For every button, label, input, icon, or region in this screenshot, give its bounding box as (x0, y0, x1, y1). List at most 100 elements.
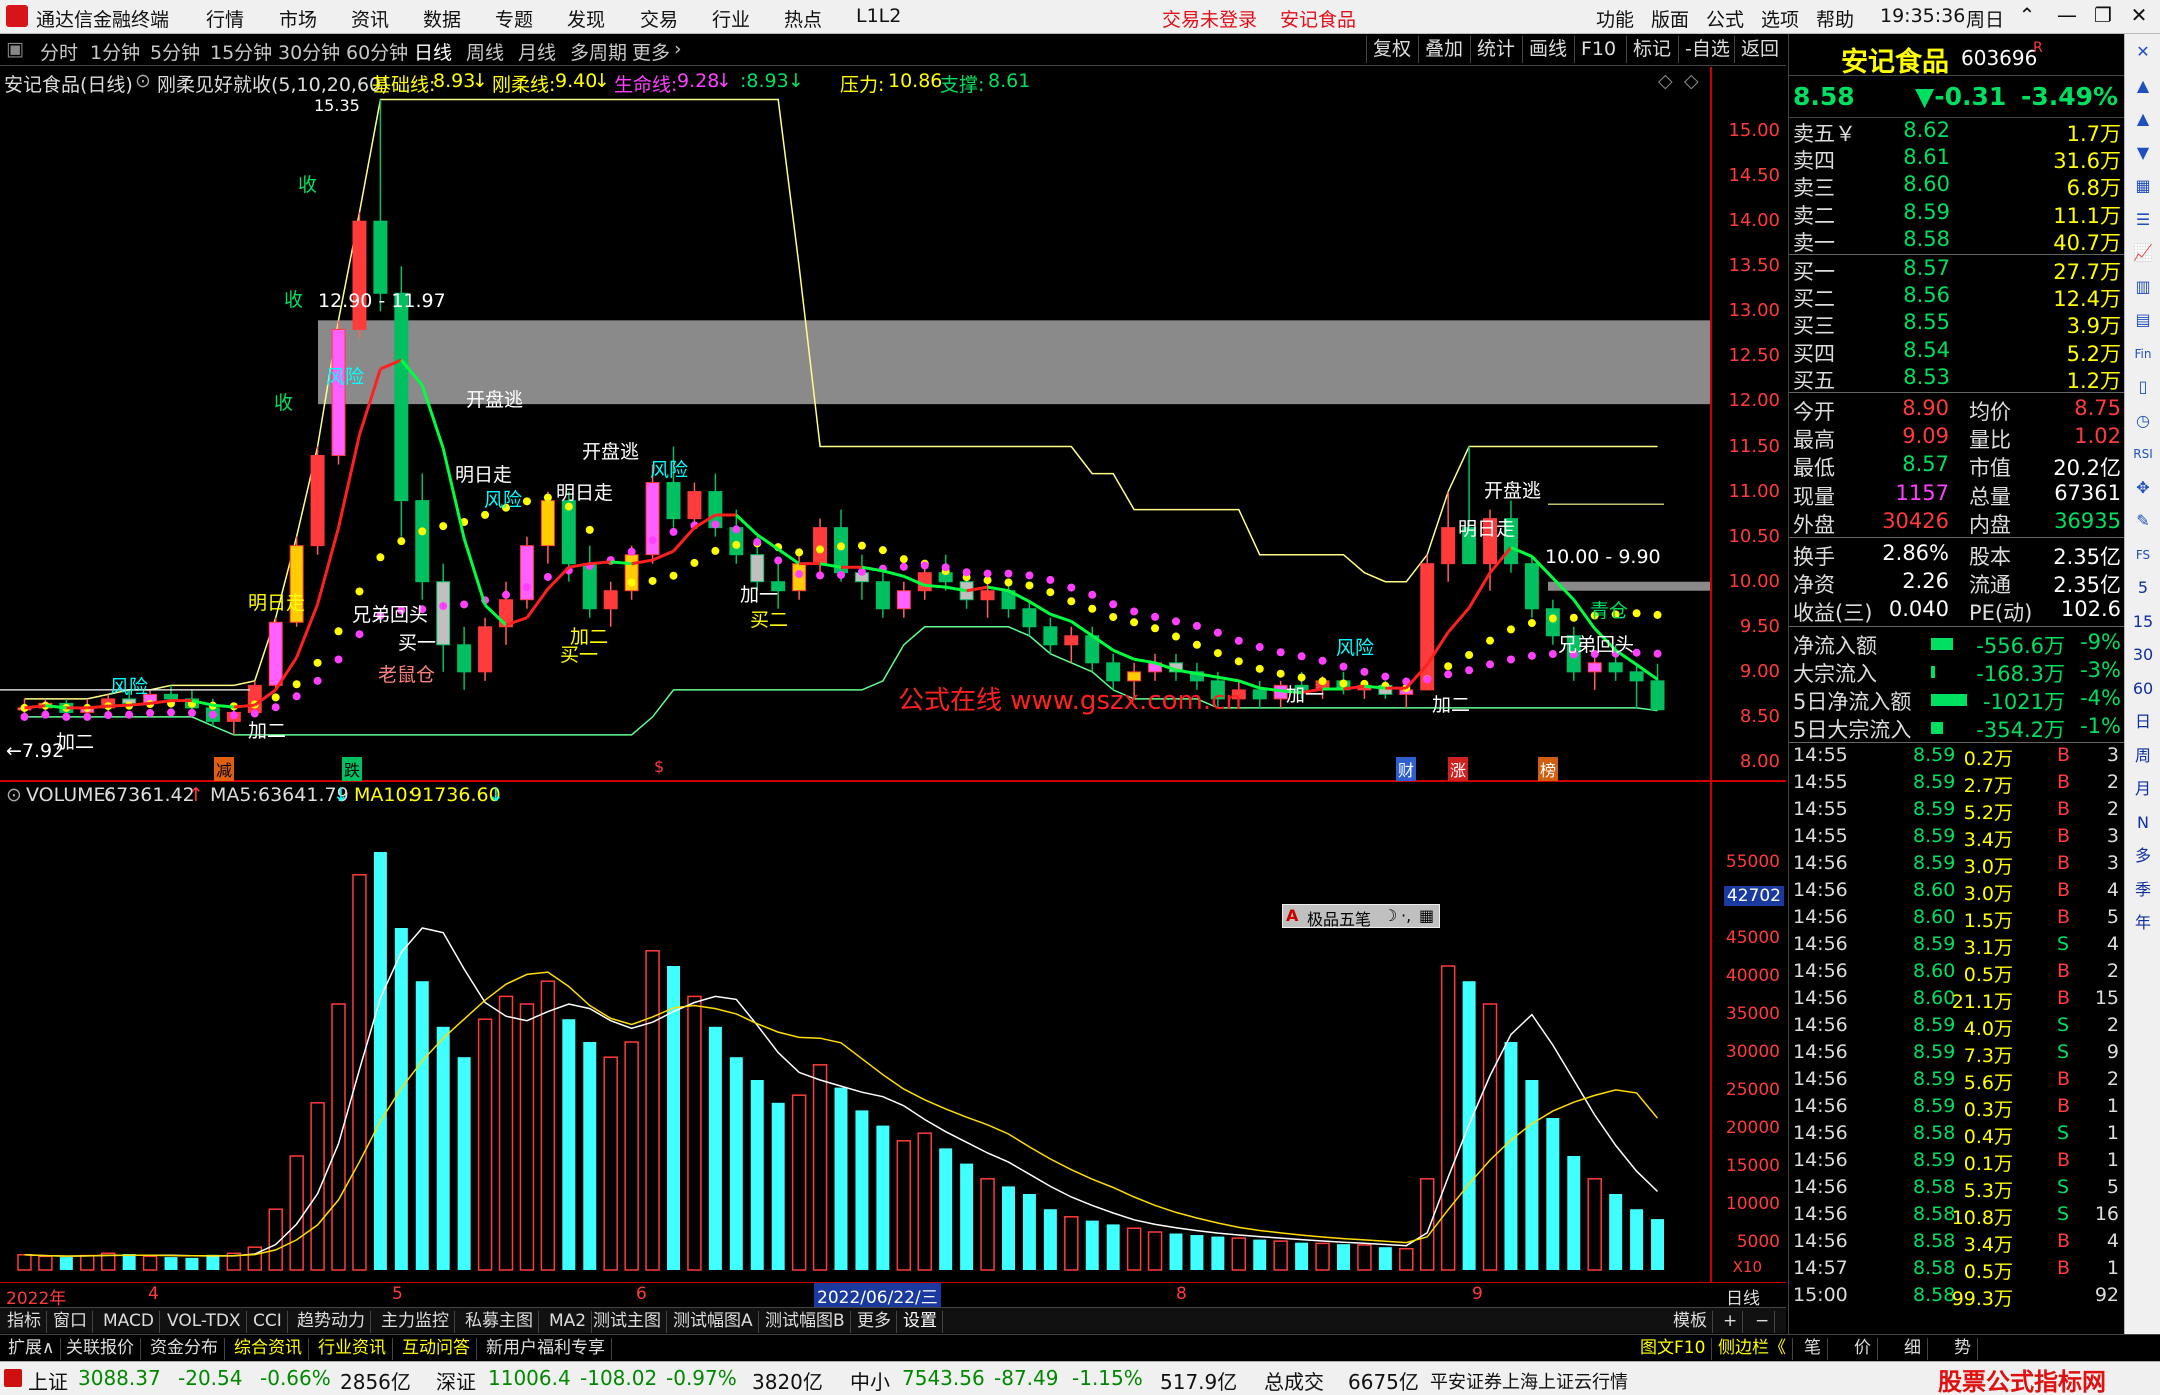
keyboard-icon[interactable]: ▦ (1419, 906, 1434, 925)
remove-icon[interactable]: − (1750, 1311, 1776, 1333)
period-shortcut[interactable]: N (2129, 809, 2157, 837)
tab-side[interactable]: 细 (1898, 1338, 1928, 1360)
tab-side[interactable]: 图文F10 (1634, 1338, 1713, 1360)
chevron-up-icon[interactable]: ⌃ (2010, 3, 2044, 31)
menu-help[interactable]: 帮助 (1816, 5, 1854, 32)
period-shortcut[interactable]: 季 (2129, 876, 2157, 904)
table-icon[interactable]: ▤ (2129, 306, 2157, 334)
price-chart[interactable] (0, 95, 1710, 780)
tab-info[interactable]: 资金分布 (144, 1338, 225, 1360)
tab-indicator[interactable]: 主力监控 (376, 1311, 455, 1333)
event-marker[interactable]: $ (654, 757, 664, 776)
period-5min[interactable]: 5分钟 (150, 38, 200, 65)
stats-button[interactable]: 统计 (1470, 36, 1521, 63)
bid-row[interactable]: 买五 8.53 1.2万 (1789, 365, 2125, 393)
ime-a-icon[interactable]: A (1286, 906, 1298, 925)
period-60min[interactable]: 60分钟 (346, 38, 408, 65)
tab-indicator[interactable]: 趋势动力 (292, 1311, 371, 1333)
tab-info[interactable]: 扩展∧ (2, 1338, 62, 1360)
period-daily[interactable]: 日线 (414, 38, 452, 65)
ask-row[interactable]: 卖三 8.60 6.8万 (1789, 172, 2125, 200)
event-marker[interactable]: 财 (1396, 757, 1417, 781)
period-multi[interactable]: 多周期 (570, 38, 627, 65)
rsi-icon[interactable]: RSI (2129, 440, 2157, 468)
period-1min[interactable]: 1分钟 (90, 38, 140, 65)
restore-icon[interactable]: ❐ (2086, 3, 2120, 31)
toggle-icon[interactable]: ▣ (6, 38, 24, 60)
clock-icon[interactable]: ◷ (2129, 407, 2157, 435)
bid-row[interactable]: 买四 8.54 5.2万 (1789, 338, 2125, 366)
menu-data[interactable]: 数据 (423, 5, 461, 32)
menu-news[interactable]: 资讯 (351, 5, 389, 32)
bid-row[interactable]: 买一 8.57 27.7万 (1789, 256, 2125, 284)
period-shortcut[interactable]: 月 (2129, 775, 2157, 803)
ime-popup[interactable]: A 极品五笔 ☽ ·, ▦ (1282, 904, 1440, 929)
period-more[interactable]: 更多 (632, 38, 670, 65)
tab-indicator[interactable]: 测试幅图B (760, 1311, 851, 1333)
formula-toggle-icon[interactable]: ⊙ (135, 70, 151, 92)
period-30min[interactable]: 30分钟 (278, 38, 340, 65)
draw-button[interactable]: 画线 (1522, 36, 1573, 63)
period-shortcut[interactable]: 周 (2129, 742, 2157, 770)
tab-side[interactable]: 侧边栏《 (1712, 1338, 1793, 1360)
move-icon[interactable]: ✥ (2129, 474, 2157, 502)
menu-options[interactable]: 选项 (1761, 5, 1799, 32)
period-weekly[interactable]: 周线 (466, 38, 504, 65)
tab-side[interactable]: 势 (1948, 1338, 1978, 1360)
sz-label[interactable]: 深证 (436, 1366, 476, 1395)
tab-indicator[interactable]: 更多 (852, 1311, 897, 1333)
overlay-button[interactable]: 叠加 (1418, 36, 1469, 63)
menu-quote[interactable]: 行情 (206, 5, 244, 32)
ask-row[interactable]: 卖二 8.59 11.1万 (1789, 200, 2125, 228)
tab-info[interactable]: 新用户福利专享 (480, 1338, 612, 1360)
volume-chart[interactable] (0, 806, 1710, 1282)
tab-info[interactable]: 行业资讯 (312, 1338, 393, 1360)
period-shortcut[interactable]: 5 (2129, 574, 2157, 602)
fin-icon[interactable]: Fin (2129, 340, 2157, 368)
fs-icon[interactable]: FS (2129, 541, 2157, 569)
period-shortcut[interactable]: 多 (2129, 842, 2157, 870)
period-15min[interactable]: 15分钟 (210, 38, 272, 65)
tab-indicator[interactable]: 测试主图 (588, 1311, 667, 1333)
minimize-icon[interactable]: — (2050, 3, 2084, 31)
period-monthly[interactable]: 月线 (518, 38, 556, 65)
period-shortcut[interactable]: 30 (2129, 641, 2157, 669)
tab-indicator[interactable]: 窗口 (48, 1311, 93, 1333)
list-icon[interactable]: ☰ (2129, 206, 2157, 234)
tab-indicator[interactable]: CCI (248, 1311, 288, 1333)
period-intraday[interactable]: 分时 (40, 38, 78, 65)
period-shortcut[interactable]: 60 (2129, 675, 2157, 703)
tab-info[interactable]: 互动问答 (396, 1338, 477, 1360)
bar-icon[interactable]: ▥ (2129, 273, 2157, 301)
sh-label[interactable]: 上证 (28, 1366, 68, 1395)
event-marker[interactable]: 榜 (1538, 757, 1559, 781)
bid-row[interactable]: 买三 8.55 3.9万 (1789, 310, 2125, 338)
tab-side[interactable]: 价 (1848, 1338, 1878, 1360)
menu-layout[interactable]: 版面 (1651, 5, 1689, 32)
tab-side[interactable]: 笔 (1798, 1338, 1828, 1360)
menu-l1l2[interactable]: L1L2 (856, 5, 901, 27)
menu-topic[interactable]: 专题 (495, 5, 533, 32)
diamond-icon[interactable]: ◇ (1658, 70, 1673, 92)
tab-indicator[interactable]: 私募主图 (460, 1311, 539, 1333)
tab-template[interactable]: 模板 (1668, 1311, 1713, 1333)
up-icon[interactable]: ▲ (2129, 105, 2157, 133)
formula-name[interactable]: 刚柔见好就收(5,10,20,60) (157, 70, 389, 97)
edit-icon[interactable]: ✎ (2129, 507, 2157, 535)
period-shortcut[interactable]: 15 (2129, 608, 2157, 636)
event-marker[interactable]: 减 (214, 757, 235, 781)
ask-row[interactable]: 卖一 8.58 40.7万 (1789, 227, 2125, 255)
ask-row[interactable]: 卖四 8.61 31.6万 (1789, 145, 2125, 173)
tab-indicator[interactable]: VOL-TDX (162, 1311, 247, 1333)
punct-icon[interactable]: ·, (1401, 906, 1411, 925)
tab-indicator[interactable]: MACD (98, 1311, 160, 1333)
moon-icon[interactable]: ☽ (1383, 906, 1397, 925)
menu-discover[interactable]: 发现 (567, 5, 605, 32)
up-icon[interactable]: ▲ (2129, 72, 2157, 100)
event-marker[interactable]: 涨 (1448, 757, 1469, 781)
ask-row[interactable]: 卖五￥ 8.62 1.7万 (1789, 118, 2125, 146)
volume-toggle-icon[interactable]: ⊙ (6, 784, 22, 806)
menu-function[interactable]: 功能 (1596, 5, 1634, 32)
f10-button[interactable]: F10 (1574, 36, 1622, 63)
tab-indicator[interactable]: 指标 (2, 1311, 47, 1333)
